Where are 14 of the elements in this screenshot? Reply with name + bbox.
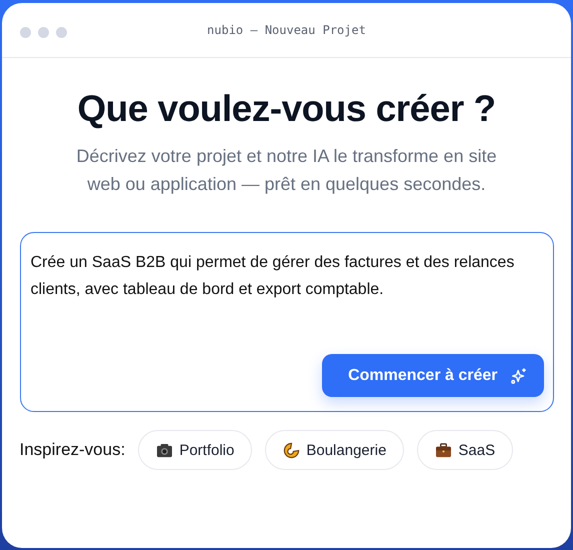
- window-control-icon[interactable]: [38, 27, 49, 38]
- subtitle: Décrivez votre projet et notre IA le transforme en site web ou application — prêt en quelques secondes.: [75, 145, 498, 196]
- inspiration-label: Inspirez-vous:: [20, 440, 126, 460]
- window-control-icon[interactable]: [56, 27, 67, 38]
- window-title: nubio — Nouveau Projet: [207, 23, 366, 37]
- suggestion-chip[interactable]: Boulangerie: [265, 430, 404, 470]
- page-heading: Que voulez-vous créer ?: [77, 88, 496, 130]
- start-button[interactable]: Commencer à créer: [322, 354, 544, 397]
- briefcase-icon: [435, 442, 452, 458]
- window-control-icon[interactable]: [20, 27, 31, 38]
- suggestion-chip[interactable]: Portfolio: [138, 430, 252, 470]
- suggestion-chip[interactable]: SaaS: [417, 430, 514, 470]
- camera-icon: [156, 442, 174, 458]
- sparkle-icon: [510, 366, 528, 384]
